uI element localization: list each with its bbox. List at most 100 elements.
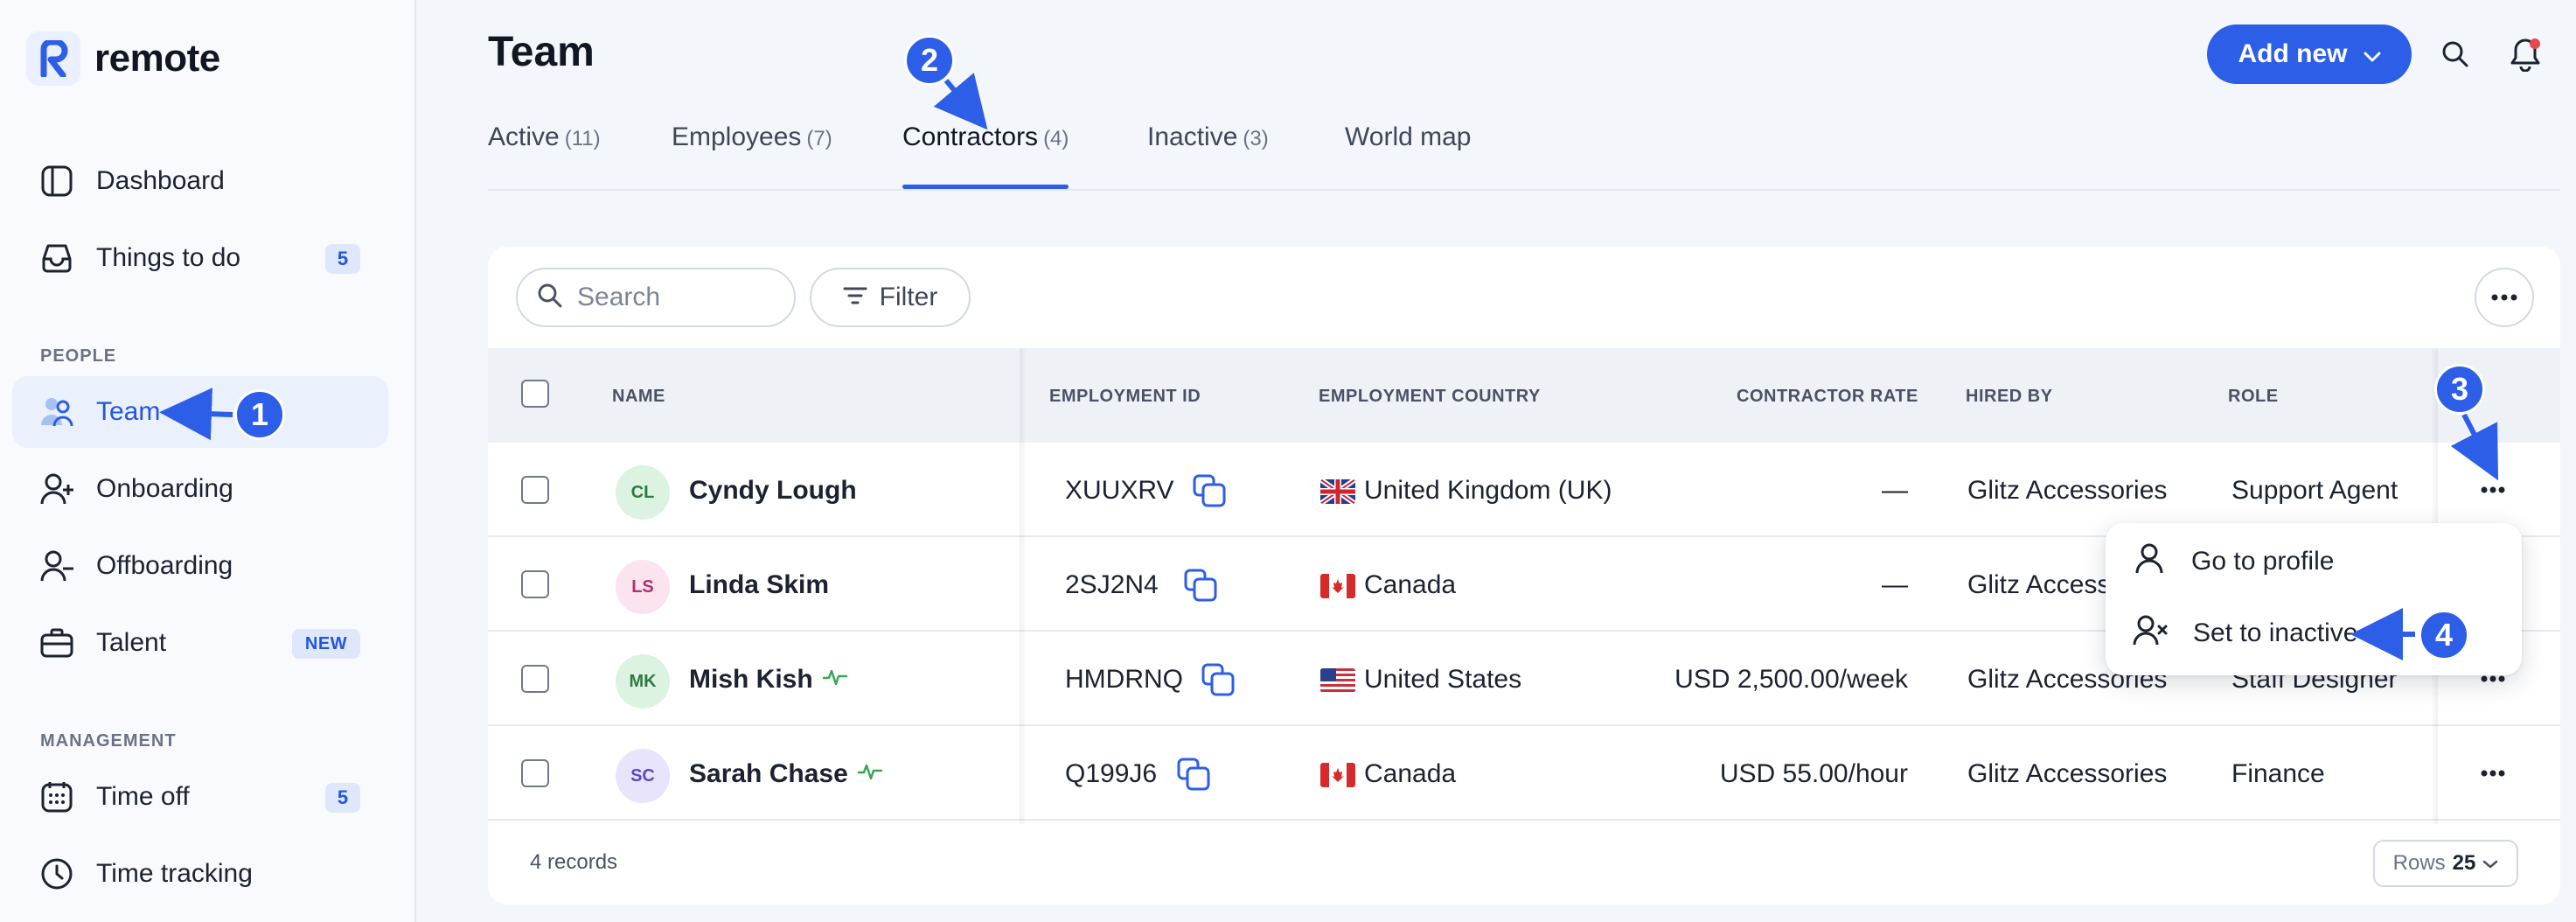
contractor-name-text: Linda Skim bbox=[689, 570, 830, 599]
menu-item-set-to-inactive[interactable]: Set to inactive bbox=[2132, 607, 2357, 660]
count-badge: 5 bbox=[325, 244, 360, 274]
inbox-icon bbox=[38, 240, 75, 276]
select-all-checkbox[interactable] bbox=[521, 380, 549, 408]
remote-logo-icon bbox=[26, 31, 80, 86]
hired-by: Glitz Accessories bbox=[1967, 476, 2168, 505]
sidebar-item-label: Time tracking bbox=[96, 859, 253, 888]
contractor-rate: USD 55.00/hour bbox=[1719, 759, 1908, 788]
contractor-name-text: Cyndy Lough bbox=[689, 476, 857, 505]
employment-id: 2SJ2N4 bbox=[1065, 570, 1159, 599]
employment-id: HMDRNQ bbox=[1065, 665, 1183, 694]
sticky-column-shadow bbox=[1020, 348, 1027, 824]
row-checkbox[interactable] bbox=[521, 570, 549, 598]
row-checkbox[interactable] bbox=[521, 665, 549, 693]
tab-employees[interactable]: Employees (7) bbox=[672, 122, 832, 189]
copy-icon[interactable] bbox=[1182, 567, 1219, 604]
column-header-role[interactable]: ROLE bbox=[2228, 387, 2279, 407]
filter-label: Filter bbox=[879, 283, 938, 311]
tab-label: World map bbox=[1345, 122, 1472, 151]
contractor-name-text: Mish Kish bbox=[689, 665, 813, 694]
filter-icon bbox=[843, 283, 867, 312]
sidebar-item-label: Things to do bbox=[96, 243, 241, 272]
tab-label: Active bbox=[488, 122, 560, 151]
tab-inactive[interactable]: Inactive (3) bbox=[1147, 122, 1269, 189]
sidebar-item-offboarding[interactable]: Offboarding bbox=[12, 530, 388, 602]
calendar-icon bbox=[38, 779, 75, 815]
search-icon[interactable] bbox=[2436, 35, 2475, 73]
contractor-name[interactable]: Cyndy Lough bbox=[689, 476, 857, 506]
role: Support Agent bbox=[2231, 476, 2398, 505]
annotation-marker-4: 4 bbox=[2419, 610, 2469, 660]
team-icon bbox=[38, 394, 75, 430]
sidebar-item-onboarding[interactable]: Onboarding bbox=[12, 453, 388, 525]
copy-icon[interactable] bbox=[1175, 756, 1212, 793]
sidebar-item-label: Time off bbox=[96, 782, 190, 811]
hired-by: Glitz Access bbox=[1967, 570, 2111, 599]
sidebar-item-label: Team bbox=[96, 397, 161, 426]
sidebar-item-talent[interactable]: Talent NEW bbox=[12, 607, 388, 679]
tab-label: Inactive bbox=[1147, 122, 1238, 151]
user-minus-icon bbox=[38, 548, 75, 584]
tabs-divider bbox=[488, 189, 2560, 191]
column-header-contractor-rate[interactable]: CONTRACTOR RATE bbox=[1737, 387, 1918, 407]
menu-item-go-to-profile[interactable]: Go to profile bbox=[2132, 535, 2334, 588]
row-actions-button[interactable] bbox=[2473, 756, 2513, 791]
add-new-label: Add new bbox=[2238, 39, 2348, 68]
notification-bell-icon[interactable] bbox=[2506, 35, 2545, 73]
menu-item-label: Go to profile bbox=[2191, 547, 2335, 576]
column-header-employment-id[interactable]: EMPLOYMENT ID bbox=[1049, 387, 1201, 407]
tab-label: Contractors bbox=[902, 122, 1039, 151]
employment-id: XUUXRV bbox=[1065, 476, 1174, 505]
tab-label: Employees bbox=[672, 122, 802, 151]
rows-label: Rows bbox=[2392, 851, 2446, 875]
tab-count: (11) bbox=[564, 127, 601, 150]
row-checkbox[interactable] bbox=[521, 476, 549, 504]
contractor-name[interactable]: Sarah Chase bbox=[689, 759, 883, 789]
rows-per-page-select[interactable]: Rows 25 bbox=[2373, 840, 2518, 887]
sidebar: remote Dashboard Things to do 5 PEOPLE T… bbox=[0, 0, 416, 922]
annotation-marker-2: 2 bbox=[904, 35, 955, 86]
row-checkbox[interactable] bbox=[521, 759, 549, 787]
usa-flag-icon bbox=[1320, 668, 1355, 693]
more-horizontal-icon bbox=[2481, 482, 2505, 498]
sidebar-item-time-tracking[interactable]: Time tracking bbox=[12, 838, 388, 910]
search-box[interactable] bbox=[516, 268, 796, 327]
tab-count: (7) bbox=[806, 127, 832, 150]
sidebar-item-time-off[interactable]: Time off 5 bbox=[12, 761, 388, 833]
clock-icon bbox=[38, 856, 75, 892]
sidebar-item-things-to-do[interactable]: Things to do 5 bbox=[12, 222, 388, 294]
sidebar-item-team[interactable]: Team bbox=[12, 376, 388, 448]
table-options-button[interactable] bbox=[2475, 268, 2534, 327]
table-header: NAME EMPLOYMENT ID EMPLOYMENT COUNTRY CO… bbox=[488, 348, 2560, 443]
activity-pulse-icon bbox=[857, 759, 883, 789]
user-icon bbox=[2132, 541, 2167, 583]
contractor-name[interactable]: Linda Skim bbox=[689, 570, 829, 600]
tab-contractors[interactable]: Contractors (4) bbox=[902, 122, 1069, 189]
add-new-button[interactable]: Add new bbox=[2207, 24, 2412, 84]
tab-world-map[interactable]: World map bbox=[1345, 122, 1472, 189]
column-header-employment-country[interactable]: EMPLOYMENT COUNTRY bbox=[1319, 387, 1541, 407]
table-row[interactable]: SC Sarah Chase Q199J6 Canada USD 55.00/h… bbox=[488, 726, 2560, 821]
copy-icon[interactable] bbox=[1191, 472, 1228, 509]
briefcase-icon bbox=[38, 625, 75, 661]
employment-country: Canada bbox=[1364, 759, 1457, 788]
annotation-marker-3: 3 bbox=[2434, 364, 2485, 415]
more-horizontal-icon bbox=[2491, 290, 2517, 305]
search-input[interactable] bbox=[577, 283, 769, 312]
contractor-name[interactable]: Mish Kish bbox=[689, 665, 848, 695]
tab-active[interactable]: Active (11) bbox=[488, 122, 601, 189]
filter-button[interactable]: Filter bbox=[810, 268, 971, 327]
copy-icon[interactable] bbox=[1200, 661, 1236, 698]
chevron-down-icon bbox=[2482, 851, 2498, 876]
contractor-rate: — bbox=[1882, 570, 1908, 599]
column-header-hired-by[interactable]: HIRED BY bbox=[1966, 387, 2053, 407]
activity-pulse-icon bbox=[822, 665, 848, 695]
employment-country: United Kingdom (UK) bbox=[1364, 476, 1612, 505]
tab-count: (3) bbox=[1243, 127, 1269, 150]
brand-logo[interactable]: remote bbox=[26, 31, 220, 86]
more-horizontal-icon bbox=[2481, 765, 2505, 781]
column-header-name[interactable]: NAME bbox=[612, 387, 665, 407]
row-actions-button[interactable] bbox=[2473, 472, 2513, 507]
sidebar-item-dashboard[interactable]: Dashboard bbox=[12, 145, 388, 217]
records-count: 4 records bbox=[530, 850, 618, 874]
